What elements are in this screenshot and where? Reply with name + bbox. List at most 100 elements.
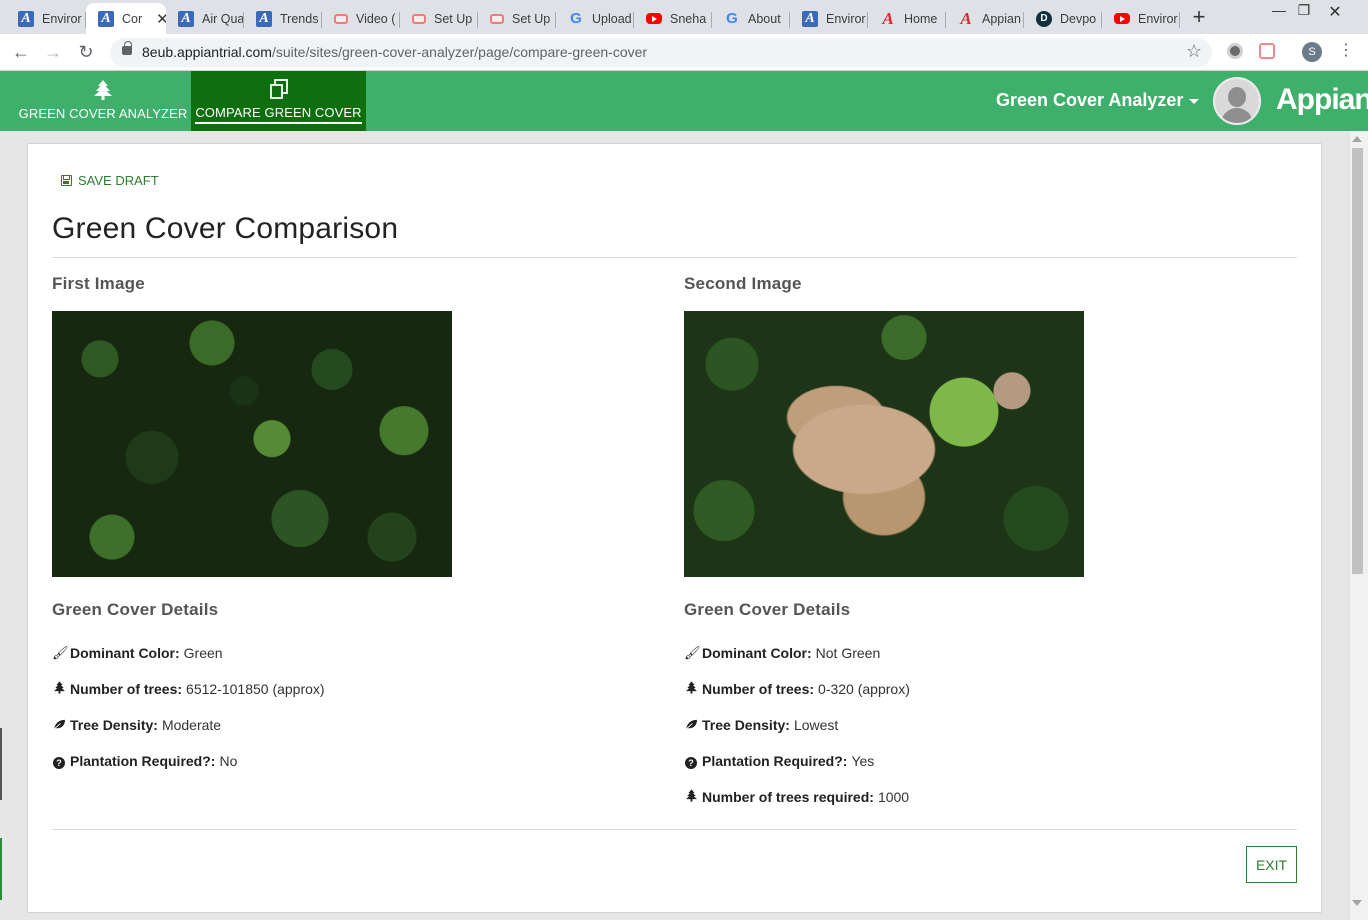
tab-label: Devpo [1060,11,1097,26]
browser-tab[interactable]: Sneha [634,3,712,34]
browser-tab[interactable]: Set Up [478,3,556,34]
page-title: Green Cover Comparison [52,212,399,245]
detail-row: ? Plantation Required?: Yes [684,743,1244,779]
tab-label: Set Up [434,11,473,26]
browser-tab[interactable]: Set Up [400,3,478,34]
appian-red-icon: A [960,8,972,28]
browser-tab[interactable]: Enviror [1102,3,1180,34]
back-icon[interactable]: ← [10,41,32,63]
browser-tab[interactable]: A Home [868,3,946,34]
youtube-icon [646,13,662,24]
appian-icon: A [256,10,272,27]
question-circle-icon: ? [684,754,698,769]
appian-red-icon: A [882,8,894,28]
browser-tab[interactable]: G Upload [556,3,634,34]
detail-row: Number of trees required: 1000 [684,779,1244,815]
details-heading: Green Cover Details [52,600,219,619]
copy-icon [269,78,289,101]
exit-button[interactable]: EXIT [1246,846,1297,883]
appian-icon: A [178,10,194,27]
nav-label: GREEN COVER ANALYZER [18,105,188,121]
tree-icon [94,79,112,102]
tab-label: Set Up [512,11,551,26]
details-list: 🖌︎ Dominant Color: Not Green Number of t… [684,635,1244,815]
forward-icon[interactable]: → [42,41,64,63]
extension-icon[interactable] [1259,43,1275,59]
tab-label: About [748,11,781,26]
detail-row: ? Plantation Required?: No [52,743,612,779]
tab-label: Trends [280,11,319,26]
browser-tab[interactable]: A Trends [244,3,322,34]
youtube-icon [1114,13,1130,24]
browser-tab[interactable]: A Enviror [790,3,868,34]
appian-icon: A [18,10,34,27]
nav-label: COMPARE GREEN COVER [195,105,362,124]
browser-tab[interactable]: Video ( [322,3,400,34]
appian-logo: Appian [1276,83,1368,116]
paintbrush-icon: 🖌︎ [52,645,69,660]
url-text: 8eub.appiantrial.com/suite/sites/green-c… [142,44,648,60]
scroll-down-icon[interactable] [1352,900,1362,906]
second-image-heading: Second Image [684,274,802,293]
details-list: 🖌︎ Dominant Color: Green Number of trees… [52,635,612,779]
restore-icon[interactable]: ❐ [1289,2,1319,19]
lock-icon [122,41,132,55]
first-aerial-image [52,311,452,577]
window-edge [0,838,2,900]
caret-down-icon [1189,98,1200,104]
first-image-column: First Image Green Cover Details 🖌︎ Domin… [52,274,612,779]
browser-tab-active[interactable]: A Cor ✕ [86,3,166,34]
tab-label: Cor [122,11,143,26]
appian-icon: A [802,10,818,27]
question-circle-icon: ? [52,754,66,769]
divider [52,829,1297,830]
bookmark-star-icon[interactable]: ☆ [1186,41,1202,62]
first-image-heading: First Image [52,274,145,293]
save-draft-link[interactable]: SAVE DRAFT [61,173,159,188]
menu-kebab-icon[interactable]: ⋮ [1338,40,1354,60]
browser-tab[interactable]: G About [712,3,790,34]
tab-label: Sneha [670,11,707,26]
browser-tab[interactable]: A Appian [946,3,1024,34]
scrollbar-thumb[interactable] [1352,148,1363,574]
tab-label: Video ( [356,11,396,26]
app-header: GREEN COVER ANALYZER COMPARE GREEN COVER… [0,71,1368,131]
tab-label: Air Qua [202,11,244,26]
tree-icon [52,681,66,697]
meet-icon [412,13,426,24]
browser-tab[interactable]: D Devpo [1024,3,1102,34]
google-icon: G [570,10,582,27]
profile-avatar[interactable]: S [1302,42,1322,62]
detail-row: 🖌︎ Dominant Color: Not Green [684,645,881,661]
leaf-icon [684,718,698,733]
content-panel: SAVE DRAFT Green Cover Comparison First … [27,143,1322,913]
second-image-column: Second Image Green Cover Details 🖌︎ Domi… [684,274,1244,815]
detail-row: Tree Density: Moderate [52,707,612,743]
leaf-icon [52,718,66,733]
tree-icon [684,681,698,697]
close-tab-icon[interactable]: ✕ [156,10,166,28]
new-tab-icon[interactable]: + [1188,4,1210,30]
tab-label: Enviror [826,11,866,26]
tab-label: Enviror [1138,11,1178,26]
browser-toolbar: ← → ↻ 8eub.appiantrial.com/suite/sites/g… [0,34,1368,71]
browser-tab-strip: A Enviror A Cor ✕ A Air Qua A Trends Vid… [0,0,1368,34]
meet-icon [490,13,504,24]
browser-tab[interactable]: A Enviror [6,3,86,34]
save-icon [61,175,72,186]
close-window-icon[interactable]: ✕ [1320,2,1350,22]
detail-row: Number of trees: 0-320 (approx) [684,671,1244,707]
user-avatar[interactable] [1213,77,1261,125]
browser-tab[interactable]: A Air Qua [166,3,244,34]
extension-icon[interactable] [1227,43,1243,59]
appian-icon: A [98,10,114,27]
app-switcher[interactable]: Green Cover Analyzer [996,90,1200,111]
detail-row: 🖌︎ Dominant Color: Green [52,645,223,661]
nav-green-cover-analyzer[interactable]: GREEN COVER ANALYZER [15,71,191,131]
address-bar[interactable]: 8eub.appiantrial.com/suite/sites/green-c… [110,38,1212,67]
reload-icon[interactable]: ↻ [75,41,97,63]
tab-label: Enviror [42,11,82,26]
detail-row: Number of trees: 6512-101850 (approx) [52,671,612,707]
scroll-up-icon[interactable] [1352,136,1362,142]
nav-compare-green-cover[interactable]: COMPARE GREEN COVER [191,71,366,131]
